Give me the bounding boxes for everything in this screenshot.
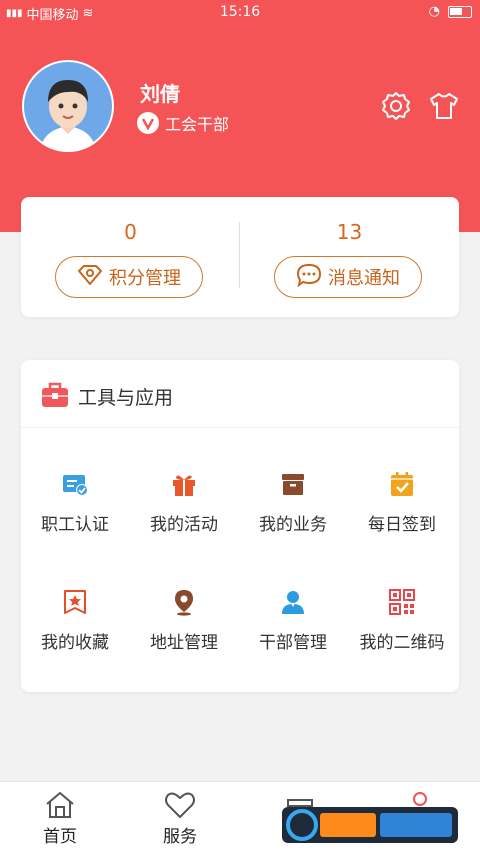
tool-my-favorites[interactable]: 我的收藏 bbox=[21, 588, 129, 668]
chat-bubble-icon bbox=[296, 263, 322, 292]
heart-icon bbox=[164, 790, 196, 820]
home-icon bbox=[44, 790, 76, 820]
person-icon bbox=[279, 588, 307, 616]
bookmark-star-icon bbox=[61, 588, 89, 616]
tools-title: 工具与应用 bbox=[78, 387, 174, 409]
toolbox-icon bbox=[41, 382, 69, 412]
tab-label: 首页 bbox=[43, 827, 77, 847]
message-notification-button[interactable]: 消息通知 bbox=[274, 256, 422, 298]
tools-header: 工具与应用 bbox=[21, 360, 459, 428]
alarm-icon: ◔ bbox=[428, 4, 440, 19]
gift-icon bbox=[170, 470, 198, 498]
tool-daily-checkin[interactable]: 每日签到 bbox=[348, 470, 456, 550]
tab-services[interactable]: 服务 bbox=[120, 782, 240, 853]
id-card-icon bbox=[61, 470, 89, 498]
tool-label: 每日签到 bbox=[368, 515, 436, 535]
tool-my-qrcode[interactable]: 我的二维码 bbox=[348, 588, 456, 668]
points-management-button[interactable]: 积分管理 bbox=[55, 256, 203, 298]
tool-my-activities[interactable]: 我的活动 bbox=[130, 470, 238, 550]
points-management-label: 积分管理 bbox=[109, 268, 181, 289]
settings-gear-icon[interactable] bbox=[380, 90, 412, 122]
tool-label: 职工认证 bbox=[41, 515, 109, 535]
verified-v-icon bbox=[137, 112, 159, 134]
tab-home[interactable]: 首页 bbox=[0, 782, 120, 853]
tool-label: 我的业务 bbox=[259, 515, 327, 535]
tools-card: 工具与应用 职工认证 我的活动 我的业务 每日签到 我的收藏 地址管理 干部管理… bbox=[21, 360, 459, 692]
tool-label: 地址管理 bbox=[150, 633, 218, 653]
user-role-label: 工会干部 bbox=[165, 115, 230, 134]
user-role: 工会干部 bbox=[137, 111, 229, 135]
battery-icon bbox=[448, 5, 472, 18]
status-bar: ▮▮▮ 中国移动 ≋ 15:16 ◔ bbox=[0, 0, 480, 26]
tool-worker-verification[interactable]: 职工认证 bbox=[21, 470, 129, 550]
points-count: 0 bbox=[124, 220, 137, 244]
messages-count: 13 bbox=[336, 220, 363, 244]
avatar[interactable] bbox=[22, 60, 114, 152]
tool-my-business[interactable]: 我的业务 bbox=[239, 470, 347, 550]
tool-label: 干部管理 bbox=[259, 633, 327, 653]
stats-card: 0 积分管理 13 消息通知 bbox=[21, 197, 459, 317]
tshirt-icon[interactable] bbox=[428, 90, 460, 122]
calendar-check-icon bbox=[388, 470, 416, 498]
location-pin-icon bbox=[170, 588, 198, 616]
clock: 15:16 bbox=[219, 4, 261, 20]
archive-box-icon bbox=[279, 470, 307, 498]
points-stat: 0 积分管理 bbox=[21, 197, 240, 317]
tool-address-management[interactable]: 地址管理 bbox=[130, 588, 238, 668]
messages-stat: 13 消息通知 bbox=[240, 197, 459, 317]
tool-label: 我的活动 bbox=[150, 515, 218, 535]
site-logo-watermark bbox=[282, 805, 460, 845]
tool-label: 我的收藏 bbox=[41, 633, 109, 653]
tab-label: 服务 bbox=[163, 827, 197, 847]
tool-cadre-management[interactable]: 干部管理 bbox=[239, 588, 347, 668]
qr-code-icon bbox=[388, 588, 416, 616]
tool-label: 我的二维码 bbox=[359, 633, 445, 653]
message-notification-label: 消息通知 bbox=[328, 268, 400, 289]
user-name: 刘倩 bbox=[140, 82, 180, 106]
diamond-icon bbox=[77, 264, 103, 291]
